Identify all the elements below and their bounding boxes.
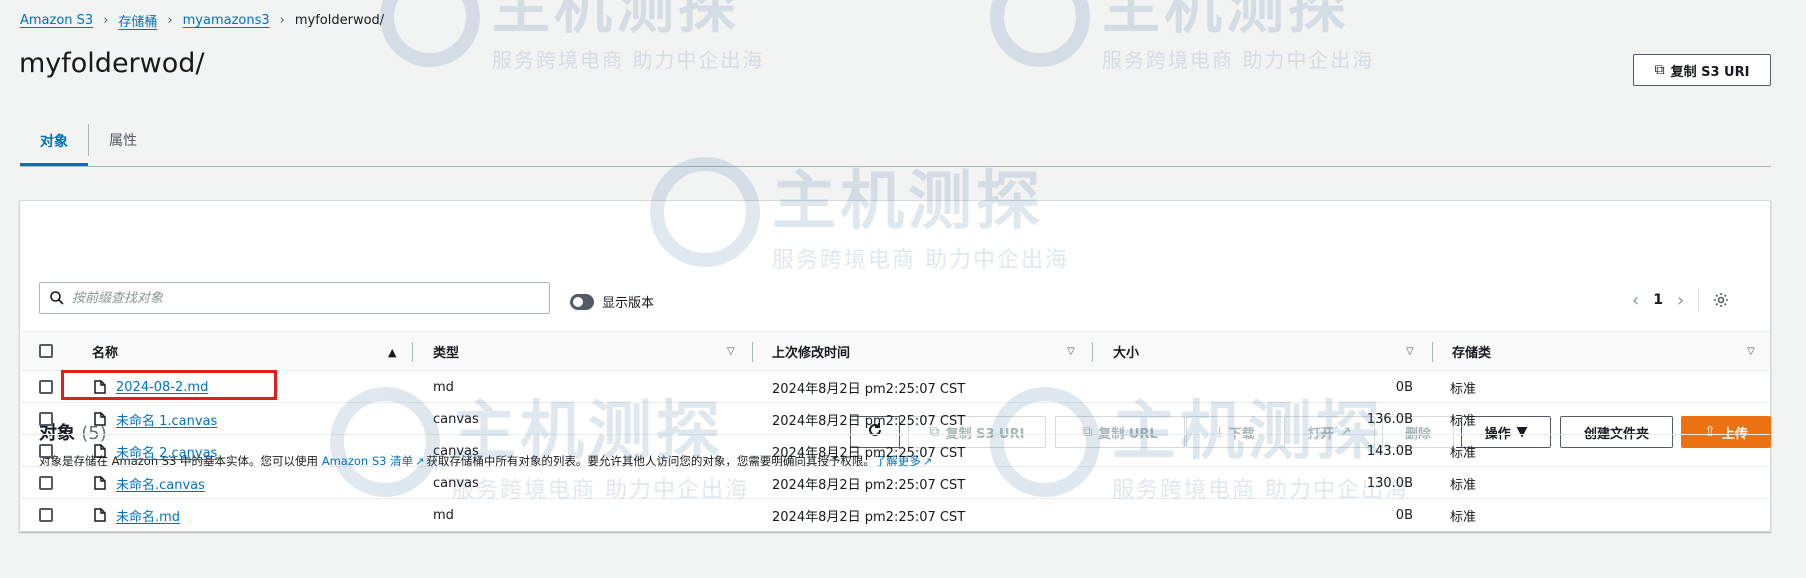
- column-header-type[interactable]: 类型: [433, 332, 459, 370]
- table-row[interactable]: 未命名 2.canvas canvas 2024年8月2日 pm2:25:07 …: [20, 435, 1770, 467]
- watermark-brand: 主机测探: [492, 0, 741, 41]
- sort-icon[interactable]: ▽: [727, 346, 735, 357]
- copy-s3-uri-button-header[interactable]: ⧉ 复制 S3 URI: [1633, 54, 1771, 86]
- object-modified: 2024年8月2日 pm2:25:07 CST: [772, 509, 966, 525]
- pagination: ‹ 1 ›: [1632, 288, 1729, 312]
- chevron-left-icon[interactable]: ‹: [1632, 290, 1639, 311]
- search-box: [39, 282, 550, 314]
- object-modified: 2024年8月2日 pm2:25:07 CST: [772, 381, 966, 397]
- object-type: md: [433, 379, 454, 395]
- column-header-name[interactable]: 名称: [92, 332, 118, 370]
- file-icon: [94, 499, 106, 531]
- object-storage-class: 标准: [1450, 445, 1477, 461]
- tab-objects[interactable]: 对象: [20, 118, 88, 166]
- object-size: 0B: [1395, 379, 1413, 395]
- column-header-size[interactable]: 大小: [1113, 332, 1139, 370]
- sort-icon[interactable]: ▽: [1067, 346, 1075, 357]
- show-versions-label: 显示版本: [602, 296, 655, 311]
- file-icon: [94, 371, 106, 403]
- object-modified: 2024年8月2日 pm2:25:07 CST: [772, 413, 966, 429]
- object-storage-class: 标准: [1450, 509, 1477, 525]
- column-separator: [752, 342, 753, 362]
- tab-bar: 对象 属性: [20, 118, 1771, 167]
- column-separator: [1092, 342, 1093, 362]
- table-row[interactable]: 未命名 1.canvas canvas 2024年8月2日 pm2:25:07 …: [20, 403, 1770, 435]
- row-checkbox[interactable]: [39, 444, 53, 458]
- select-all-checkbox[interactable]: [39, 344, 53, 358]
- row-checkbox[interactable]: [39, 476, 53, 490]
- object-size: 136.0B: [1366, 411, 1413, 427]
- sort-asc-icon[interactable]: ▲: [388, 346, 396, 359]
- pager-divider: [1698, 288, 1700, 312]
- row-checkbox[interactable]: [39, 380, 53, 394]
- column-header-modified[interactable]: 上次修改时间: [772, 332, 850, 370]
- breadcrumb: Amazon S3 › 存储桶 › myamazons3 › myfolderw…: [20, 10, 384, 30]
- object-size: 0B: [1395, 507, 1413, 523]
- breadcrumb-buckets[interactable]: 存储桶: [118, 11, 157, 30]
- table-header: 名称 ▲ 类型 ▽ 上次修改时间 ▽ 大小 ▽ 存储类 ▽: [20, 331, 1770, 371]
- chevron-right-icon: ›: [103, 12, 109, 28]
- object-size: 130.0B: [1366, 475, 1413, 491]
- gear-icon[interactable]: [1713, 292, 1729, 308]
- breadcrumb-amazon-s3[interactable]: Amazon S3: [20, 13, 93, 28]
- row-checkbox[interactable]: [39, 508, 53, 522]
- watermark-slogan: 服务跨境电商 助力中企出海: [492, 48, 765, 72]
- show-versions-toggle[interactable]: 显示版本: [570, 292, 654, 311]
- object-name-link[interactable]: 未命名.md: [116, 506, 180, 525]
- tab-properties[interactable]: 属性: [89, 115, 157, 164]
- row-checkbox[interactable]: [39, 412, 53, 426]
- chevron-right-icon[interactable]: ›: [1677, 290, 1684, 311]
- copy-s3-uri-label: 复制 S3 URI: [1670, 64, 1750, 80]
- search-icon: [50, 291, 64, 305]
- column-separator: [412, 342, 413, 362]
- object-type: md: [433, 507, 454, 523]
- watermark: 主机测探服务跨境电商 助力中企出海: [380, 0, 764, 73]
- sort-icon[interactable]: ▽: [1747, 346, 1755, 357]
- object-storage-class: 标准: [1450, 413, 1477, 429]
- sort-icon[interactable]: ▽: [1406, 346, 1414, 357]
- toggle-switch[interactable]: [570, 293, 594, 310]
- chevron-right-icon: ›: [167, 12, 173, 28]
- column-separator: [1432, 342, 1433, 362]
- table-row[interactable]: 未命名.canvas canvas 2024年8月2日 pm2:25:07 CS…: [20, 467, 1770, 499]
- page-number[interactable]: 1: [1653, 292, 1663, 308]
- select-all-cell: [39, 332, 53, 370]
- object-size: 143.0B: [1366, 443, 1413, 459]
- object-name-link[interactable]: 未命名.canvas: [116, 474, 205, 493]
- object-name-link[interactable]: 未命名 2.canvas: [116, 442, 217, 461]
- file-icon: [94, 403, 106, 435]
- table-row[interactable]: 2024-08-2.md md 2024年8月2日 pm2:25:07 CST …: [20, 371, 1770, 403]
- object-name-link[interactable]: 2024-08-2.md: [116, 380, 208, 395]
- watermark-logo-icon: [990, 0, 1090, 67]
- search-input[interactable]: [72, 290, 549, 306]
- object-storage-class: 标准: [1450, 477, 1477, 493]
- table-row[interactable]: 未命名.md md 2024年8月2日 pm2:25:07 CST 0B 标准: [20, 499, 1770, 531]
- watermark-logo-icon: [380, 0, 480, 67]
- breadcrumb-current: myfolderwod/: [294, 12, 385, 28]
- file-icon: [94, 467, 106, 499]
- watermark-slogan: 服务跨境电商 助力中企出海: [1102, 48, 1375, 72]
- object-name-link[interactable]: 未命名 1.canvas: [116, 410, 217, 429]
- object-storage-class: 标准: [1450, 381, 1477, 397]
- breadcrumb-bucket[interactable]: myamazons3: [183, 13, 270, 28]
- object-type: canvas: [433, 411, 479, 427]
- watermark-brand: 主机测探: [1102, 0, 1351, 41]
- object-type: canvas: [433, 443, 479, 459]
- copy-icon: ⧉: [1654, 62, 1665, 78]
- file-icon: [94, 435, 106, 467]
- watermark: 主机测探服务跨境电商 助力中企出海: [990, 0, 1374, 73]
- object-modified: 2024年8月2日 pm2:25:07 CST: [772, 445, 966, 461]
- object-modified: 2024年8月2日 pm2:25:07 CST: [772, 477, 966, 493]
- object-type: canvas: [433, 475, 479, 491]
- column-header-storage[interactable]: 存储类: [1452, 332, 1491, 370]
- chevron-right-icon: ›: [279, 12, 285, 28]
- page-title: myfolderwod/: [19, 48, 205, 79]
